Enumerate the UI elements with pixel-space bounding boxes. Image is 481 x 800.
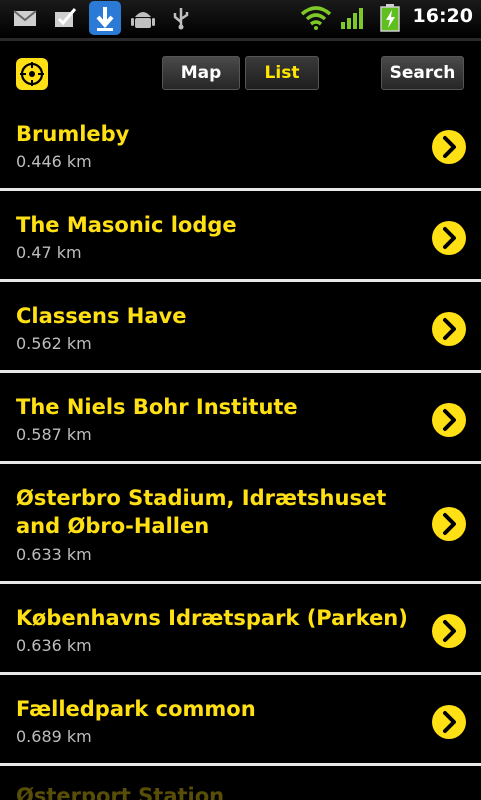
compass-logo-icon[interactable]: [16, 58, 48, 90]
place-distance: 0.446 km: [16, 152, 92, 171]
place-distance: 0.587 km: [16, 425, 92, 444]
place-distance: 0.562 km: [16, 334, 92, 353]
list-item[interactable]: The Masonic lodge 0.47 km: [0, 191, 481, 282]
status-bar: 16:20: [0, 0, 481, 38]
place-name: Østerport Station: [16, 784, 225, 800]
place-distance: 0.633 km: [16, 545, 92, 564]
list-item[interactable]: Classens Have 0.562 km: [0, 282, 481, 373]
chevron-right-icon[interactable]: [431, 220, 467, 256]
places-list: Brumleby 0.446 km The Masonic lodge 0.47…: [0, 100, 481, 800]
gmail-icon: [13, 10, 37, 26]
list-item[interactable]: Københavns Idrætspark (Parken) 0.636 km: [0, 584, 481, 675]
tab-map[interactable]: Map: [162, 56, 240, 90]
list-item[interactable]: Fælledpark common 0.689 km: [0, 675, 481, 766]
place-name: Østerbro Stadium, Idrætshuset and Øbro-H…: [16, 486, 387, 538]
chevron-right-icon[interactable]: [431, 704, 467, 740]
place-distance: 0.47 km: [16, 243, 82, 262]
task-check-icon: [55, 8, 77, 27]
list-item[interactable]: Østerport Station: [0, 766, 481, 800]
chevron-right-icon[interactable]: [431, 129, 467, 165]
place-name: Københavns Idrætspark (Parken): [16, 606, 408, 630]
place-name: Classens Have: [16, 304, 187, 328]
list-item[interactable]: Østerbro Stadium, Idrætshuset and Øbro-H…: [0, 464, 481, 584]
chevron-right-icon[interactable]: [431, 311, 467, 347]
chevron-right-icon[interactable]: [431, 402, 467, 438]
battery-charging-icon: [380, 4, 400, 32]
place-name: The Masonic lodge: [16, 213, 237, 237]
tab-list[interactable]: List: [245, 56, 319, 90]
place-name: Fælledpark common: [16, 697, 256, 721]
clock: 16:20: [412, 5, 473, 27]
android-debug-icon: [131, 12, 155, 28]
search-button[interactable]: Search: [381, 56, 464, 90]
signal-icon: [341, 8, 363, 29]
place-distance: 0.689 km: [16, 727, 92, 746]
list-item[interactable]: Brumleby 0.446 km: [0, 100, 481, 191]
place-name: The Niels Bohr Institute: [16, 395, 298, 419]
action-bar: Map List Search: [0, 38, 481, 100]
wifi-icon: [300, 6, 332, 30]
list-item[interactable]: The Niels Bohr Institute 0.587 km: [0, 373, 481, 464]
place-distance: 0.636 km: [16, 636, 92, 655]
chevron-right-icon[interactable]: [431, 613, 467, 649]
place-name: Brumleby: [16, 122, 130, 146]
usb-icon: [173, 8, 189, 30]
download-icon: [89, 1, 121, 35]
chevron-right-icon[interactable]: [431, 506, 467, 542]
